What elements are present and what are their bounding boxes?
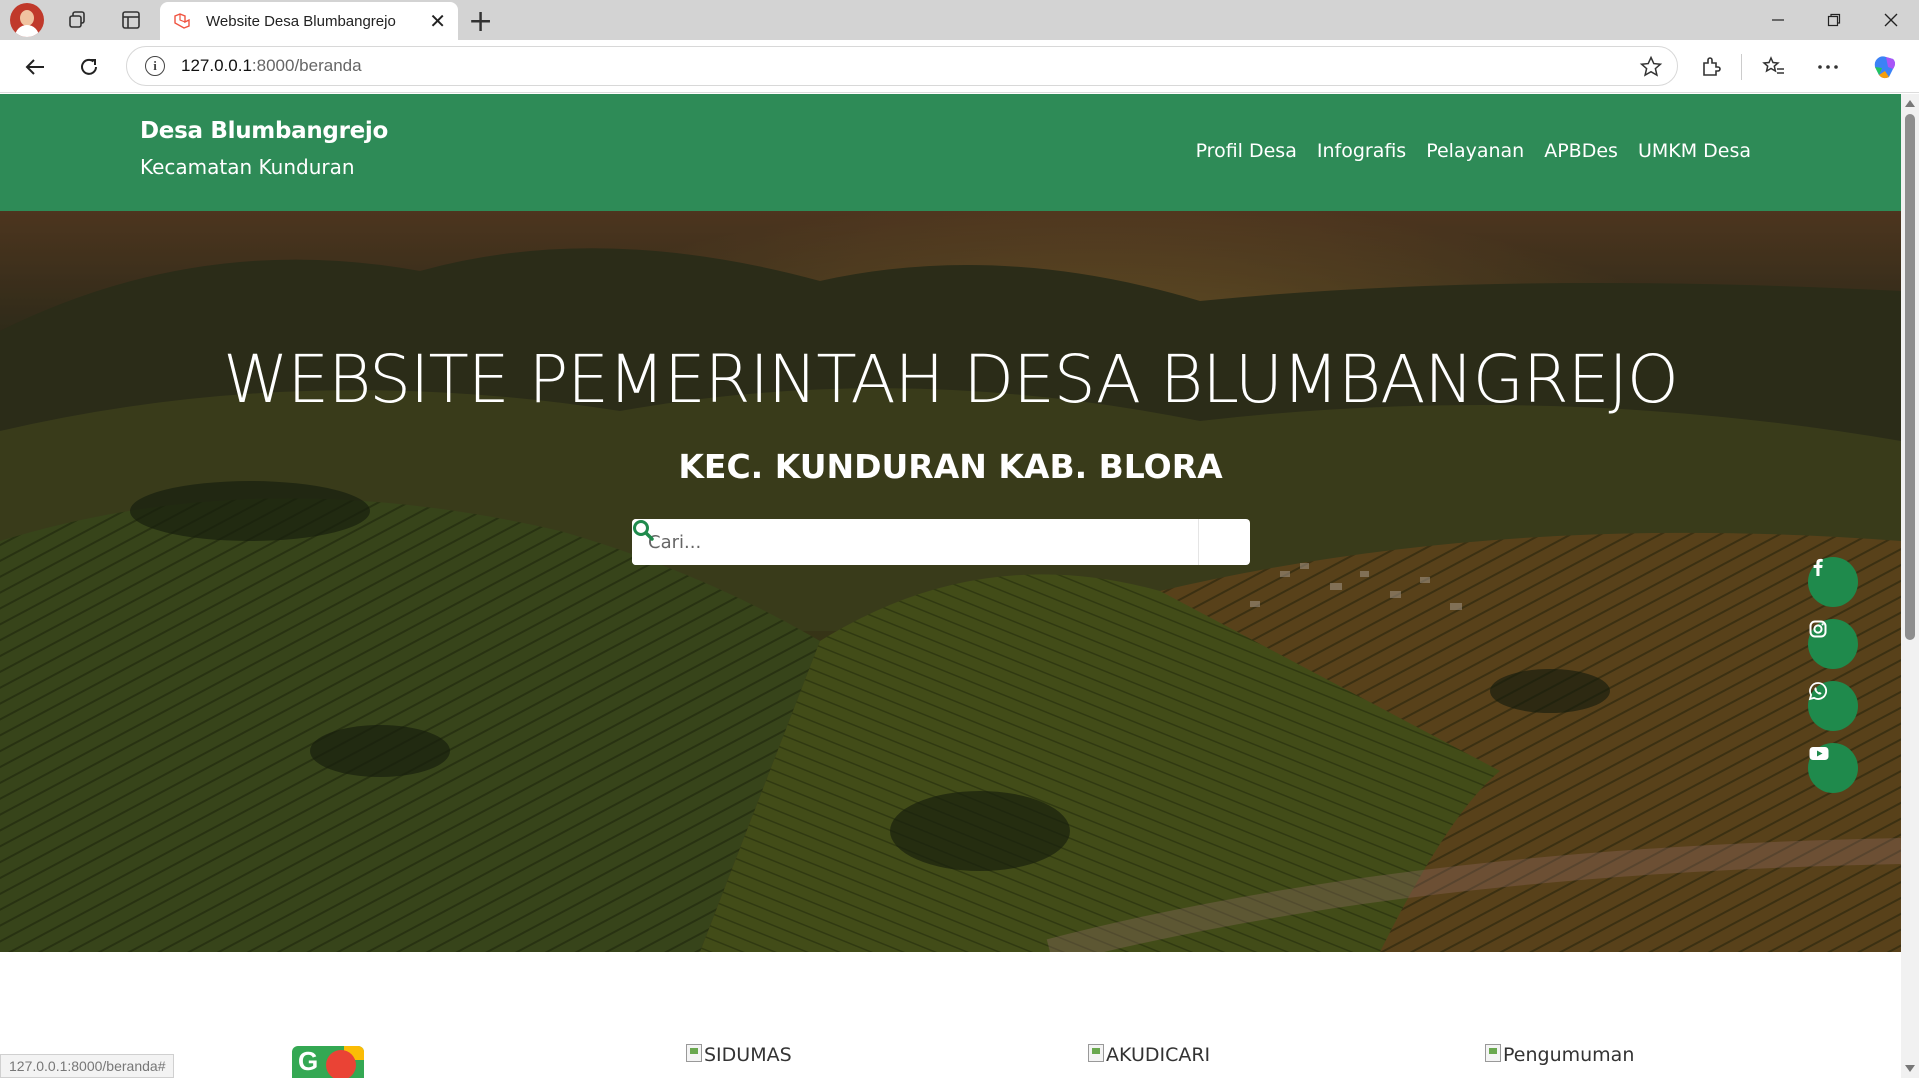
browser-tab-active[interactable]: Website Desa Blumbangrejo ✕ <box>160 2 458 40</box>
address-bar[interactable]: i 127.0.0.1:8000/beranda <box>126 46 1678 86</box>
hero-title: WEBSITE PEMERINTAH DESA BLUMBANGREJO <box>223 341 1679 418</box>
nav-pelayanan[interactable]: Pelayanan <box>1426 140 1524 162</box>
more-menu-icon[interactable] <box>1813 52 1843 82</box>
url-path: :8000/beranda <box>251 56 362 75</box>
scroll-down-icon[interactable] <box>1905 1065 1915 1072</box>
broken-image-icon <box>686 1044 702 1062</box>
browser-toolbar: i 127.0.0.1:8000/beranda <box>0 40 1919 93</box>
hero-search <box>632 519 1250 565</box>
social-facebook-button[interactable] <box>1808 557 1858 607</box>
reload-icon[interactable] <box>72 50 106 84</box>
social-instagram-button[interactable] <box>1808 619 1858 669</box>
close-window-icon[interactable] <box>1863 0 1919 40</box>
social-whatsapp-button[interactable] <box>1808 681 1858 731</box>
youtube-icon <box>1809 747 1829 760</box>
search-icon <box>633 520 654 541</box>
nav-infografis[interactable]: Infografis <box>1317 140 1406 162</box>
favorite-star-icon[interactable] <box>1639 55 1663 83</box>
profile-avatar[interactable] <box>10 3 44 37</box>
service-akudicari[interactable]: AKUDICARI <box>1088 1044 1210 1066</box>
favorites-icon[interactable] <box>1759 52 1789 82</box>
service-akudicari-alt: AKUDICARI <box>1106 1044 1211 1066</box>
extensions-icon[interactable] <box>1696 52 1726 82</box>
instagram-icon <box>1809 620 1827 638</box>
copilot-icon[interactable] <box>1870 52 1900 82</box>
hero-subtitle: KEC. KUNDURAN KAB. BLORA <box>678 447 1223 486</box>
new-tab-icon[interactable]: + <box>468 4 493 39</box>
site-header: Desa Blumbangrejo Kecamatan Kunduran Pro… <box>0 94 1901 211</box>
social-youtube-button[interactable] <box>1808 743 1858 793</box>
broken-image-icon <box>1088 1044 1104 1062</box>
nav-profil-desa[interactable]: Profil Desa <box>1196 140 1297 162</box>
close-tab-icon[interactable]: ✕ <box>429 9 446 33</box>
search-input[interactable] <box>632 519 1198 565</box>
tab-title: Website Desa Blumbangrejo <box>206 12 396 30</box>
nav-umkm-desa[interactable]: UMKM Desa <box>1638 140 1751 162</box>
site-info-icon[interactable]: i <box>145 56 165 76</box>
main-nav: Profil Desa Infografis Pelayanan APBDes … <box>1196 140 1751 162</box>
page-viewport: Desa Blumbangrejo Kecamatan Kunduran Pro… <box>0 94 1901 1078</box>
whatsapp-icon <box>1808 682 1827 701</box>
brand-name[interactable]: Desa Blumbangrejo <box>140 118 388 144</box>
scrollbar-thumb[interactable] <box>1905 114 1915 640</box>
broken-image-icon <box>1485 1044 1501 1062</box>
browser-tab-bar: Website Desa Blumbangrejo ✕ + <box>0 0 1919 40</box>
scroll-up-icon[interactable] <box>1905 100 1915 107</box>
page-scrollbar[interactable] <box>1901 94 1919 1078</box>
service-sidumas-alt: SIDUMAS <box>704 1044 792 1066</box>
status-bar-url: 127.0.0.1:8000/beranda# <box>0 1054 175 1078</box>
service-pengumuman-alt: Pengumuman <box>1503 1044 1635 1066</box>
minimize-icon[interactable] <box>1750 0 1806 40</box>
google-maps-logo[interactable]: G <box>292 1046 364 1078</box>
restore-icon[interactable] <box>1806 0 1862 40</box>
toolbar-divider <box>1741 54 1742 80</box>
url-host: 127.0.0.1 <box>181 56 252 75</box>
laravel-favicon-icon <box>174 13 190 29</box>
hero-overlay <box>0 211 1901 952</box>
facebook-icon <box>1813 558 1823 576</box>
search-button[interactable] <box>633 519 1250 565</box>
workspaces-icon[interactable] <box>62 6 92 34</box>
vertical-tabs-icon[interactable] <box>116 6 146 34</box>
hero-banner: WEBSITE PEMERINTAH DESA BLUMBANGREJO KEC… <box>0 211 1901 952</box>
brand-subtitle: Kecamatan Kunduran <box>140 155 355 179</box>
nav-apbdes[interactable]: APBDes <box>1544 140 1618 162</box>
service-pengumuman[interactable]: Pengumuman <box>1485 1044 1634 1066</box>
service-sidumas[interactable]: SIDUMAS <box>686 1044 792 1066</box>
back-icon[interactable] <box>18 50 52 84</box>
services-section: G SIDUMAS AKUDICARI Pengumuman <box>0 952 1901 1078</box>
